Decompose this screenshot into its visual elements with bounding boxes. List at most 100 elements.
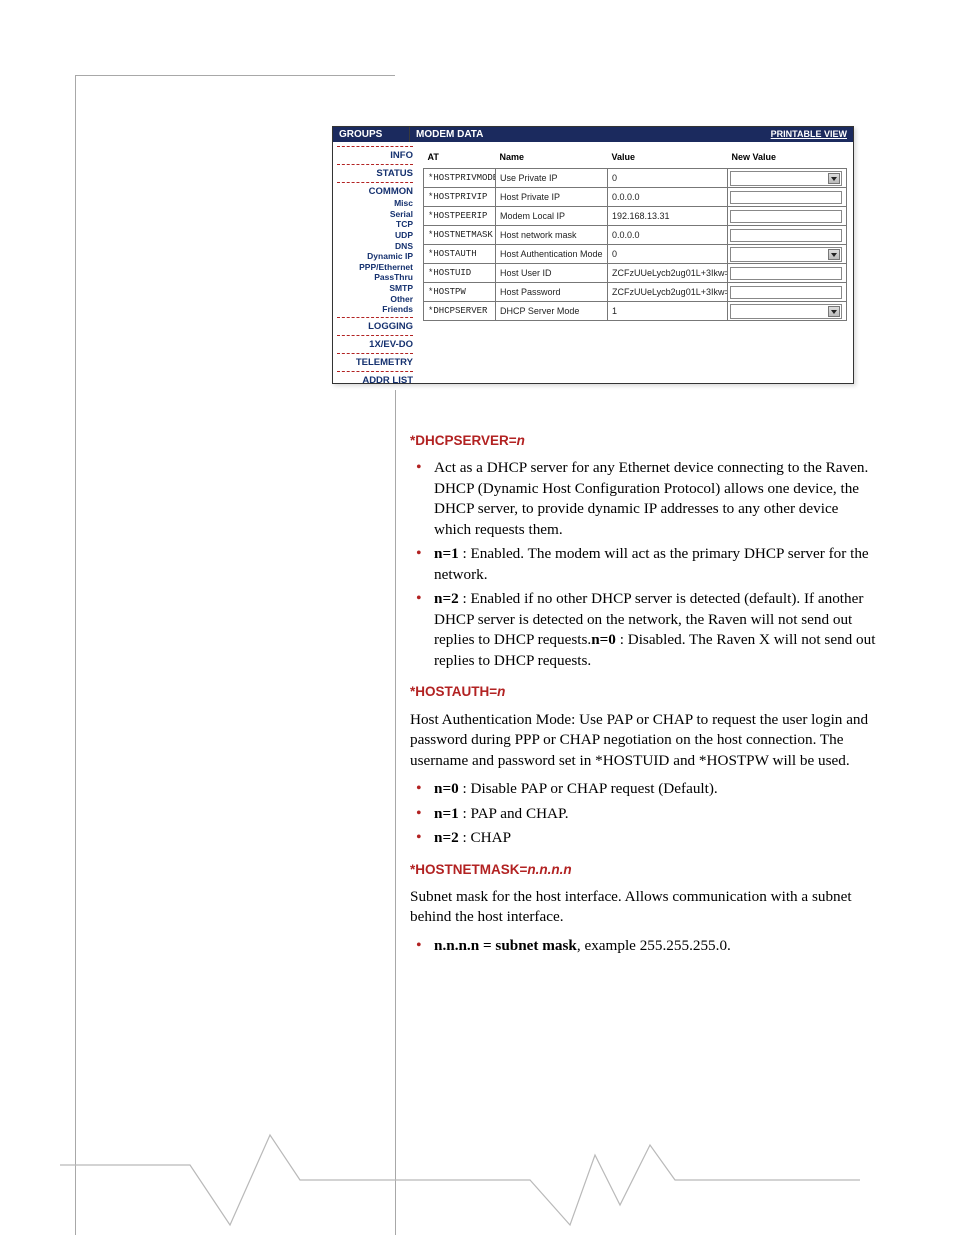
cmd-param: n [517,433,525,448]
cell-at: *HOSTPRIVIP [424,188,496,207]
table-row: *HOSTPEERIPModem Local IP192.168.13.31 [424,207,847,226]
paragraph: Host Authentication Mode: Use PAP or CHA… [410,710,878,772]
col-name: Name [496,148,608,169]
cell-name: Host network mask [496,226,608,245]
cell-name: Use Private IP [496,169,608,188]
table-row: *HOSTUIDHost User IDZCFzUUeLycb2ug01L+3I… [424,264,847,283]
doc-body: *DHCPSERVER=n Act as a DHCP server for a… [410,420,878,968]
chevron-down-icon [828,173,840,184]
cell-at: *HOSTPW [424,283,496,302]
chevron-down-icon [828,249,840,260]
cell-newvalue [728,264,847,283]
col-value: Value [608,148,728,169]
cell-value: 0 [608,169,728,188]
paragraph: Subnet mask for the host interface. Allo… [410,887,878,928]
sidebar-sub-tcp[interactable]: TCP [337,219,413,230]
list-item: Act as a DHCP server for any Ethernet de… [432,458,878,540]
modem-data-header: MODEM DATA [410,127,765,142]
sidebar-sub-friends[interactable]: Friends [337,304,413,315]
cell-name: Modem Local IP [496,207,608,226]
cmd-name: *HOSTAUTH= [410,684,497,699]
cell-at: *HOSTUID [424,264,496,283]
cell-value: 0 [608,245,728,264]
list-item: n=1 : PAP and CHAP. [432,804,878,825]
cell-newvalue [728,226,847,245]
margin-rule-left [75,75,76,1235]
list-item: n.n.n.n = subnet mask, example 255.255.2… [432,936,878,957]
sidebar-sub-serial[interactable]: Serial [337,209,413,220]
cell-name: Host User ID [496,264,608,283]
sidebar-item-info[interactable]: INFO [337,149,413,162]
sidebar-sub-dynamicip[interactable]: Dynamic IP [337,251,413,262]
col-at: AT [424,148,496,169]
newvalue-select[interactable] [730,304,842,319]
margin-rule-top [75,75,395,76]
cell-at: *HOSTNETMASK [424,226,496,245]
cell-newvalue [728,169,847,188]
sidebar-sub-misc[interactable]: Misc [337,198,413,209]
cell-name: DHCP Server Mode [496,302,608,321]
table-row: *HOSTPRIVIPHost Private IP0.0.0.0 [424,188,847,207]
sidebar-item-common[interactable]: COMMON [337,185,413,198]
newvalue-select[interactable] [730,247,842,262]
heading-dhcpserver: *DHCPSERVER=n [410,432,878,450]
cell-value: 0.0.0.0 [608,188,728,207]
margin-rule-inner [395,390,396,1235]
sidebar-sub-smtp[interactable]: SMTP [337,283,413,294]
cmd-param: n [497,684,505,699]
sidebar-item-1x-evdo[interactable]: 1X/EV-DO [337,338,413,351]
chevron-down-icon [828,306,840,317]
table-row: *DHCPSERVERDHCP Server Mode1 [424,302,847,321]
heading-hostnetmask: *HOSTNETMASK=n.n.n.n [410,861,878,879]
cell-value: 0.0.0.0 [608,226,728,245]
cmd-name: *HOSTNETMASK= [410,862,527,877]
cell-at: *HOSTAUTH [424,245,496,264]
cell-value: 192.168.13.31 [608,207,728,226]
cell-newvalue [728,188,847,207]
table-row: *HOSTNETMASKHost network mask0.0.0.0 [424,226,847,245]
modem-data-screenshot: GROUPS MODEM DATA PRINTABLE VIEW INFO ST… [332,126,854,384]
cell-name: Host Password [496,283,608,302]
footer-wave-icon [60,1125,860,1235]
modem-data-table: AT Name Value New Value *HOSTPRIVMODEUse… [423,148,847,321]
cell-value: ZCFzUUeLycb2ug01L+3Ikw== [608,264,728,283]
newvalue-input[interactable] [730,191,842,204]
cell-value: ZCFzUUeLycb2ug01L+3Ikw== [608,283,728,302]
cell-at: *HOSTPRIVMODE [424,169,496,188]
cell-newvalue [728,302,847,321]
cell-name: Host Authentication Mode [496,245,608,264]
cell-at: *DHCPSERVER [424,302,496,321]
groups-sidebar: INFO STATUS COMMON Misc Serial TCP UDP D… [333,142,417,399]
newvalue-input[interactable] [730,210,842,223]
table-row: *HOSTPRIVMODEUse Private IP0 [424,169,847,188]
cell-newvalue [728,245,847,264]
newvalue-input[interactable] [730,267,842,280]
col-newvalue: New Value [728,148,847,169]
list-item: n=2 : Enabled if no other DHCP server is… [432,589,878,671]
groups-header: GROUPS [333,127,410,142]
sidebar-sub-udp[interactable]: UDP [337,230,413,241]
sidebar-item-telemetry[interactable]: TELEMETRY [337,356,413,369]
cell-value: 1 [608,302,728,321]
cell-at: *HOSTPEERIP [424,207,496,226]
table-row: *HOSTAUTHHost Authentication Mode0 [424,245,847,264]
sidebar-sub-dns[interactable]: DNS [337,241,413,252]
list-item: n=2 : CHAP [432,828,878,849]
sidebar-item-addrlist[interactable]: ADDR LIST [337,374,413,387]
newvalue-select[interactable] [730,171,842,186]
table-row: *HOSTPWHost PasswordZCFzUUeLycb2ug01L+3I… [424,283,847,302]
sidebar-sub-passthru[interactable]: PassThru [337,272,413,283]
newvalue-input[interactable] [730,286,842,299]
newvalue-input[interactable] [730,229,842,242]
sidebar-item-status[interactable]: STATUS [337,167,413,180]
list-item: n=0 : Disable PAP or CHAP request (Defau… [432,779,878,800]
sidebar-item-logging[interactable]: LOGGING [337,320,413,333]
list-item: n=1 : Enabled. The modem will act as the… [432,544,878,585]
cell-newvalue [728,283,847,302]
printable-view-link[interactable]: PRINTABLE VIEW [765,127,853,142]
cmd-param: n.n.n.n [527,862,571,877]
cell-newvalue [728,207,847,226]
cell-name: Host Private IP [496,188,608,207]
sidebar-sub-pppeth[interactable]: PPP/Ethernet [337,262,413,273]
sidebar-sub-other[interactable]: Other [337,294,413,305]
